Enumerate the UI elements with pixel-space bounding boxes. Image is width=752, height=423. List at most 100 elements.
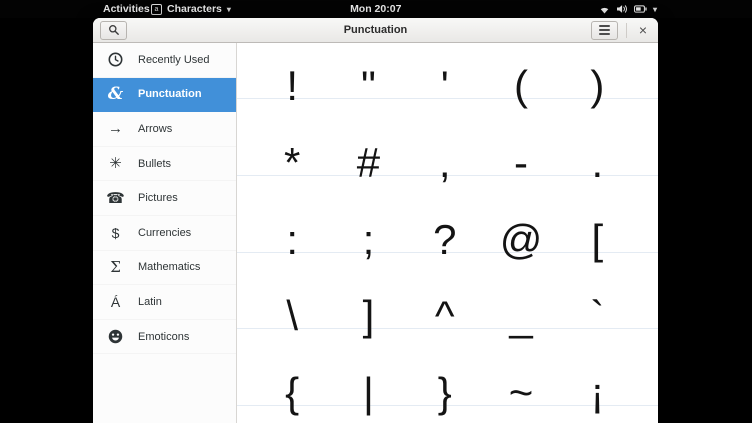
char-glyph: ( [514, 65, 528, 107]
sidebar-item-label: Recently Used [138, 54, 210, 66]
char-cell[interactable]: # [330, 99, 406, 175]
char-cell[interactable]: ¡ [559, 329, 635, 405]
ampersand-icon: & [106, 86, 125, 103]
a-acute-icon: Á [106, 295, 125, 309]
char-glyph: ^ [435, 295, 455, 337]
sidebar-item-label: Latin [138, 296, 162, 308]
char-cell[interactable]: | [330, 329, 406, 405]
char-glyph: ? [433, 219, 456, 261]
char-glyph: ' [441, 65, 449, 107]
sidebar-item-mathematics[interactable]: Σ Mathematics [93, 251, 236, 286]
char-glyph: * [284, 142, 300, 184]
char-cell[interactable]: ) [559, 43, 635, 98]
search-icon [108, 24, 120, 36]
characters-window: Punctuation × [93, 18, 658, 423]
header-right-controls: × [591, 21, 651, 40]
char-cell[interactable]: _ [483, 253, 559, 328]
header-bar: Punctuation × [93, 18, 658, 43]
window-body: Recently Used & Punctuation → Arrows ✳ B… [93, 43, 658, 423]
app-menu-label: Characters [167, 3, 222, 15]
sidebar-item-bullets[interactable]: ✳ Bullets [93, 147, 236, 182]
character-grid: ! " ' ( ) * # , - . : ; ? @ [237, 43, 658, 423]
sidebar-item-label: Mathematics [138, 261, 200, 273]
char-glyph: # [357, 142, 380, 184]
sidebar-item-label: Punctuation [138, 88, 202, 100]
grid-row: : ; ? @ [ [237, 176, 658, 253]
char-cell[interactable]: ` [559, 253, 635, 328]
activities-button[interactable]: Activities [103, 0, 150, 18]
char-cell[interactable]: ~ [483, 329, 559, 405]
system-status-area[interactable]: ▾ [599, 0, 657, 18]
char-glyph: ¡ [590, 372, 604, 414]
char-glyph: } [438, 372, 452, 414]
char-cell[interactable]: @ [483, 176, 559, 252]
smiley-icon [106, 329, 125, 344]
char-glyph: [ [592, 219, 604, 261]
sidebar-item-arrows[interactable]: → Arrows [93, 112, 236, 147]
char-cell[interactable]: ] [330, 253, 406, 328]
caret-down-icon: ▾ [227, 5, 231, 14]
close-button[interactable]: × [635, 21, 651, 40]
char-cell[interactable]: " [330, 43, 406, 98]
char-glyph: ! [286, 65, 298, 107]
app-menu-button[interactable]: a Characters ▾ [151, 0, 231, 18]
characters-app-icon: a [151, 4, 162, 15]
telephone-icon: ☎ [106, 191, 125, 206]
dollar-icon: $ [106, 226, 125, 240]
sidebar-item-label: Currencies [138, 227, 191, 239]
char-glyph: { [285, 372, 299, 414]
char-cell[interactable]: } [407, 329, 483, 405]
char-cell[interactable]: ! [254, 43, 330, 98]
char-cell[interactable]: - [483, 99, 559, 175]
char-cell[interactable]: ? [407, 176, 483, 252]
char-glyph: _ [509, 295, 532, 337]
char-cell[interactable]: : [254, 176, 330, 252]
asterisk-icon: ✳ [106, 156, 125, 171]
grid-row: * # , - . [237, 99, 658, 176]
grid-row: ! " ' ( ) [237, 43, 658, 99]
top-bar: Activities a Characters ▾ Mon 20:07 ▾ [0, 0, 752, 18]
sidebar-item-currencies[interactable]: $ Currencies [93, 216, 236, 251]
char-cell[interactable]: { [254, 329, 330, 405]
grid-row: { | } ~ ¡ [237, 329, 658, 406]
char-glyph: ] [363, 295, 375, 337]
volume-icon [616, 4, 628, 14]
activities-label: Activities [103, 3, 150, 15]
right-arrow-icon: → [106, 121, 125, 136]
char-glyph: " [361, 65, 376, 107]
battery-icon [634, 5, 647, 13]
char-glyph: : [286, 219, 298, 261]
sigma-icon: Σ [106, 260, 125, 275]
wifi-icon [599, 5, 610, 14]
search-button[interactable] [100, 21, 127, 40]
category-sidebar: Recently Used & Punctuation → Arrows ✳ B… [93, 43, 237, 423]
char-glyph: @ [500, 219, 543, 261]
header-separator [626, 23, 627, 38]
menu-button[interactable] [591, 21, 618, 40]
caret-down-icon: ▾ [653, 5, 657, 14]
char-cell[interactable]: ; [330, 176, 406, 252]
char-cell[interactable]: ' [407, 43, 483, 98]
char-cell[interactable]: \ [254, 253, 330, 328]
sidebar-item-label: Bullets [138, 158, 171, 170]
sidebar-item-emoticons[interactable]: Emoticons [93, 320, 236, 355]
sidebar-item-punctuation[interactable]: & Punctuation [93, 78, 236, 113]
sidebar-item-latin[interactable]: Á Latin [93, 285, 236, 320]
sidebar-item-pictures[interactable]: ☎ Pictures [93, 181, 236, 216]
char-glyph: , [439, 142, 451, 184]
char-cell[interactable]: [ [559, 176, 635, 252]
clock-icon [106, 52, 125, 67]
sidebar-item-label: Pictures [138, 192, 178, 204]
char-glyph: | [363, 372, 374, 414]
sidebar-item-label: Emoticons [138, 331, 189, 343]
char-glyph: . [592, 142, 604, 184]
sidebar-item-recently-used[interactable]: Recently Used [93, 43, 236, 78]
char-cell[interactable]: ^ [407, 253, 483, 328]
clock-button[interactable]: Mon 20:07 [350, 0, 401, 18]
char-cell[interactable]: ( [483, 43, 559, 98]
char-cell[interactable]: * [254, 99, 330, 175]
grid-row: \ ] ^ _ ` [237, 253, 658, 329]
char-cell[interactable]: , [407, 99, 483, 175]
char-cell[interactable]: . [559, 99, 635, 175]
sidebar-item-label: Arrows [138, 123, 172, 135]
